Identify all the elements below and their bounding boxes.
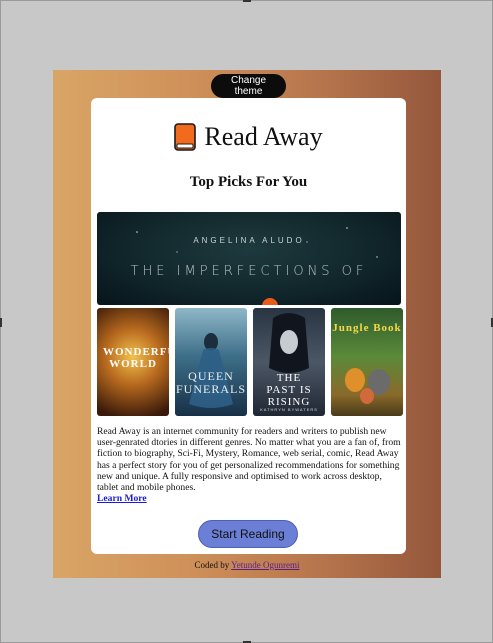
main-card: Read Away Top Picks For You ANGELINA ALU… bbox=[91, 98, 406, 554]
book-cover-4[interactable]: Jungle Book bbox=[331, 308, 403, 416]
section-title: Top Picks For You bbox=[189, 174, 308, 190]
figure-silhouette bbox=[189, 333, 233, 408]
brand-name: Read Away bbox=[204, 122, 323, 151]
book-cover-title: Jungle Book bbox=[332, 322, 402, 334]
start-reading-button[interactable]: Start Reading bbox=[198, 520, 298, 548]
book-cover-2[interactable]: QUEEN FUNERALS bbox=[175, 308, 247, 416]
book-cover-3[interactable]: THE PAST IS RISING KATHRYN BYWATERS bbox=[253, 308, 325, 416]
book-cover-title: WONDERFUL WORLD bbox=[103, 346, 169, 370]
change-theme-button[interactable]: Change theme bbox=[211, 74, 286, 98]
footer-prefix: Coded by bbox=[194, 560, 230, 570]
resize-handle-left[interactable] bbox=[0, 318, 2, 327]
book-cover-author: KATHRYN BYWATERS bbox=[260, 407, 318, 412]
resize-handle-top[interactable] bbox=[243, 0, 251, 2]
description-block: Read Away is an internet community for r… bbox=[97, 426, 401, 504]
footer: Coded by Yetunde Ogunremi bbox=[53, 560, 441, 570]
book-cover-1[interactable]: WONDERFUL WORLD bbox=[97, 308, 169, 416]
star-field bbox=[136, 227, 378, 258]
book-cover-title: QUEEN FUNERALS bbox=[175, 369, 246, 396]
book-covers-row: WONDERFUL WORLD QUEEN FUNERALS THE PAST … bbox=[97, 308, 403, 416]
learn-more-link[interactable]: Learn More bbox=[97, 493, 401, 504]
author-link[interactable]: Yetunde Ogunremi bbox=[231, 560, 299, 570]
book-cover-title: THE PAST IS RISING bbox=[266, 372, 312, 408]
brand-header: Read Away bbox=[91, 122, 406, 152]
featured-book-author: ANGELINA ALUDO bbox=[193, 236, 305, 245]
book-icon bbox=[174, 123, 197, 151]
featured-book-title: THE IMPERFECTIONS OF bbox=[130, 264, 368, 279]
featured-book-banner[interactable]: ANGELINA ALUDO THE IMPERFECTIONS OF bbox=[97, 212, 401, 305]
description-text: Read Away is an internet community for r… bbox=[97, 426, 401, 494]
